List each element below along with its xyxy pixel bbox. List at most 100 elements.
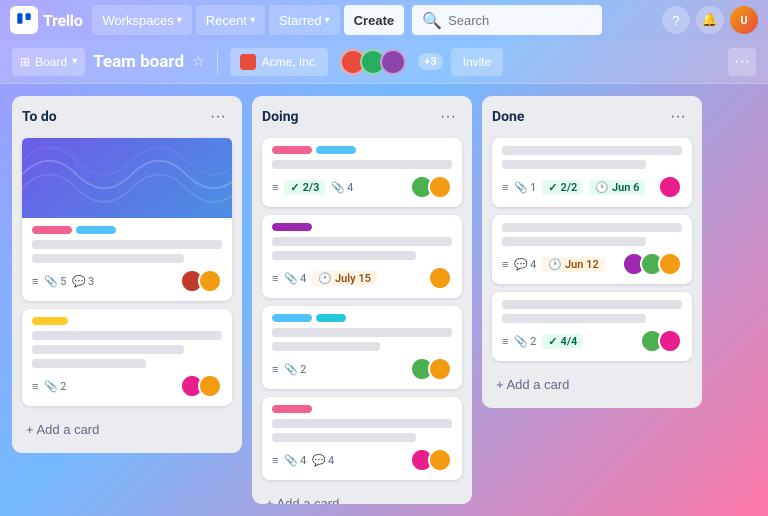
- create-button[interactable]: Create: [344, 5, 404, 35]
- card-labels: [272, 146, 452, 154]
- user-avatar[interactable]: U: [730, 6, 758, 34]
- star-icon[interactable]: ☆: [192, 54, 205, 70]
- card-labels: [272, 405, 452, 413]
- notifications-button[interactable]: 🔔: [696, 6, 724, 34]
- card[interactable]: ≡ 💬 4 🕐 Jun 12: [492, 215, 692, 284]
- card-text: [502, 237, 646, 246]
- comment-icon: 💬: [312, 454, 326, 467]
- card-meta: ≡ 📎 2: [272, 357, 452, 381]
- member-avatar-3[interactable]: [380, 49, 406, 75]
- card-text: [272, 433, 416, 442]
- help-button[interactable]: ?: [662, 6, 690, 34]
- search-input[interactable]: [448, 13, 588, 28]
- invite-button[interactable]: Invite: [451, 48, 504, 76]
- menu-icon: ≡: [32, 380, 38, 393]
- label: [316, 146, 356, 154]
- label: [272, 314, 312, 322]
- card-text: [272, 160, 452, 169]
- menu-icon: ≡: [502, 335, 508, 348]
- search-icon: 🔍: [422, 11, 442, 30]
- card-labels: [272, 314, 452, 322]
- separator: [217, 50, 218, 74]
- add-card-button-todo[interactable]: + Add a card: [22, 416, 232, 443]
- column-title-done: Done: [492, 109, 524, 125]
- card-text: [502, 160, 646, 169]
- card[interactable]: ≡ 📎 2 ✓ 4/4: [492, 292, 692, 361]
- due-date-badge: 🕐 Jun 12: [542, 257, 604, 272]
- card-labels: [272, 223, 452, 231]
- card-avatar: [198, 269, 222, 293]
- column-doing: Doing ··· ≡ ✓ 2/3 📎 4: [252, 96, 472, 504]
- due-date-badge: 🕐 July 15: [312, 271, 377, 286]
- add-card-button-doing[interactable]: + Add a card: [262, 490, 462, 504]
- menu-icon: ≡: [502, 181, 508, 194]
- column-done: Done ··· ≡ 📎 1 ✓ 2/2 🕐 Jun 6: [482, 96, 702, 408]
- card-text: [502, 300, 682, 309]
- trello-wordmark: Trello: [43, 11, 82, 30]
- attachments: 📎 1: [514, 181, 536, 194]
- check-icon: ✓: [548, 181, 557, 194]
- column-menu-todo[interactable]: ···: [204, 106, 232, 128]
- chevron-down-icon: ▾: [325, 15, 330, 26]
- paperclip-icon: 📎: [331, 181, 345, 194]
- column-header-todo: To do ···: [22, 106, 232, 128]
- workspaces-menu[interactable]: Workspaces ▾: [92, 5, 191, 35]
- recent-menu[interactable]: Recent ▾: [196, 5, 265, 35]
- menu-icon: ≡: [272, 181, 278, 194]
- due-date-badge: 🕐 Jun 6: [589, 180, 645, 195]
- card-text: [272, 419, 452, 428]
- card-avatar: [428, 448, 452, 472]
- card-avatars: [180, 269, 222, 293]
- paperclip-icon: 📎: [514, 335, 528, 348]
- card-avatar: [658, 329, 682, 353]
- card-meta: ≡ 📎 4 💬 4: [272, 448, 452, 472]
- card[interactable]: ≡ ✓ 2/3 📎 4: [262, 138, 462, 207]
- comment-icon: 💬: [72, 275, 86, 288]
- card-avatar: [198, 374, 222, 398]
- label: [316, 314, 346, 322]
- add-card-button-done[interactable]: + Add a card: [492, 371, 692, 398]
- card[interactable]: ≡ 📎 2: [22, 309, 232, 406]
- trello-logo[interactable]: Trello: [10, 6, 82, 34]
- card-avatars: [622, 252, 682, 276]
- attachments: 📎 4: [284, 454, 306, 467]
- card-labels: [32, 317, 222, 325]
- check-icon: ✓: [290, 181, 299, 194]
- card-avatar: [428, 266, 452, 290]
- card-labels: [32, 226, 222, 234]
- paperclip-icon: 📎: [284, 454, 298, 467]
- attachments: 📎 4: [331, 181, 353, 194]
- card-avatars: [658, 175, 682, 199]
- card[interactable]: ≡ 📎 4 🕐 July 15: [262, 215, 462, 298]
- card-text: [32, 240, 222, 249]
- board-grid-icon: ⊞: [20, 55, 30, 69]
- paperclip-icon: 📎: [514, 181, 528, 194]
- attachments: 📎 2: [284, 363, 306, 376]
- more-members-badge[interactable]: +3: [418, 53, 442, 70]
- starred-menu[interactable]: Starred ▾: [269, 5, 340, 35]
- attachments: 📎 4: [284, 272, 306, 285]
- workspace-icon: [240, 54, 256, 70]
- card[interactable]: ≡ 📎 1 ✓ 2/2 🕐 Jun 6: [492, 138, 692, 207]
- search-box[interactable]: 🔍: [412, 5, 602, 35]
- clock-icon: 🕐: [595, 181, 609, 194]
- card[interactable]: ≡ 📎 2: [262, 306, 462, 389]
- card[interactable]: ≡ 📎 4 💬 4: [262, 397, 462, 480]
- card-meta: ≡ ✓ 2/3 📎 4: [272, 175, 452, 199]
- column-title-doing: Doing: [262, 109, 299, 125]
- workspace-button[interactable]: Acme, Inc.: [230, 48, 329, 76]
- card-avatars: [410, 448, 452, 472]
- card-text: [502, 314, 646, 323]
- card[interactable]: ≡ 📎 5 💬 3: [22, 138, 232, 301]
- card-avatars: [410, 175, 452, 199]
- card-text: [272, 251, 416, 260]
- card-avatars: [428, 266, 452, 290]
- board-more-button[interactable]: ···: [728, 48, 756, 76]
- card-text: [502, 223, 682, 232]
- column-menu-doing[interactable]: ···: [434, 106, 462, 128]
- column-menu-done[interactable]: ···: [664, 106, 692, 128]
- card-meta: ≡ 💬 4 🕐 Jun 12: [502, 252, 682, 276]
- clock-icon: 🕐: [318, 272, 332, 285]
- comments: 💬 4: [312, 454, 334, 467]
- board-type-button[interactable]: ⊞ Board ▾: [12, 48, 85, 76]
